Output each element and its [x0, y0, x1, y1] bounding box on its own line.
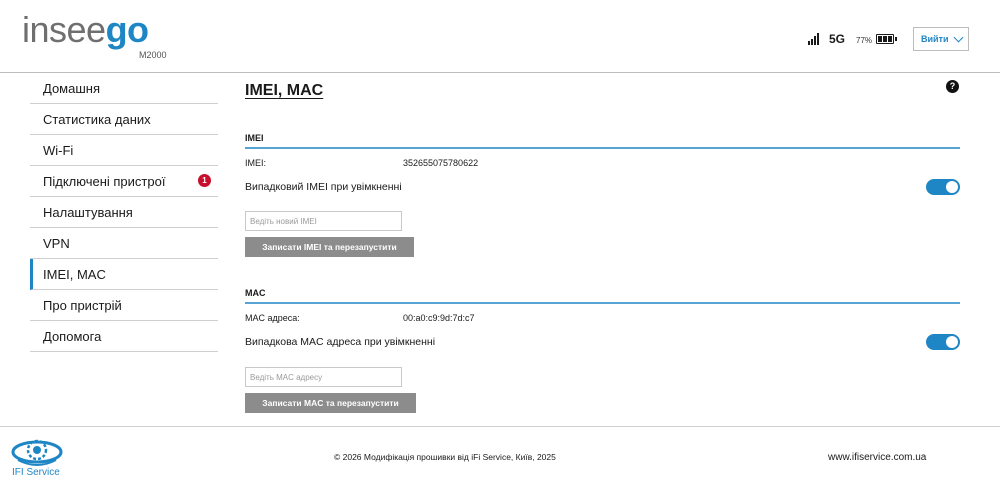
mac-value: 00:a0:c9:9d:7d:c7	[403, 313, 475, 323]
random-imei-label: Випадковий IMEI при увімкненні	[245, 181, 402, 193]
toggle-knob	[946, 181, 958, 193]
random-mac-label: Випадкова MAC адреса при увімкненні	[245, 336, 436, 348]
notification-badge: 1	[198, 174, 211, 187]
mac-label: MAC адреса:	[245, 313, 300, 323]
mac-section-divider	[245, 302, 960, 304]
sidebar-item-connected-devices[interactable]: Підключені пристрої 1	[30, 166, 218, 197]
sidebar-item-about[interactable]: Про пристрій	[30, 290, 218, 321]
header: inseego M2000 5G 77% Вийти	[0, 0, 1000, 73]
sidebar-item-label: Допомога	[43, 329, 102, 344]
footer-divider	[0, 426, 1000, 427]
help-icon[interactable]: ?	[946, 80, 959, 93]
random-mac-toggle[interactable]	[926, 334, 960, 350]
sidebar-item-label: VPN	[43, 236, 70, 251]
logo-part2: go	[105, 9, 149, 50]
chevron-down-icon	[953, 32, 964, 42]
footer-logo-text: IFI Service	[12, 467, 60, 478]
sidebar-item-label: Про пристрій	[43, 298, 122, 313]
logout-label: Вийти	[921, 34, 949, 44]
new-mac-input[interactable]	[245, 367, 402, 387]
sidebar-item-label: Налаштування	[43, 205, 133, 220]
battery-percent: 77%	[856, 36, 873, 45]
sidebar-nav: Домашня Статистика даних Wi-Fi Підключен…	[30, 73, 218, 352]
copyright-text: © 2026 Модифікація прошивки від iFi Serv…	[334, 452, 556, 462]
logo-part1: insee	[22, 9, 106, 50]
sidebar-item-data-stats[interactable]: Статистика даних	[30, 104, 218, 135]
signal-strength-icon	[808, 33, 820, 45]
logout-button[interactable]: Вийти	[913, 27, 969, 51]
sidebar-item-label: Домашня	[43, 81, 100, 96]
imei-value: 352655075780622	[403, 158, 479, 168]
random-imei-toggle[interactable]	[926, 179, 960, 195]
sidebar-item-label: Статистика даних	[43, 112, 151, 127]
imei-section-title: IMEI	[245, 133, 264, 143]
brand-logo: inseego	[22, 10, 149, 50]
imei-section-divider	[245, 147, 960, 149]
sidebar-item-vpn[interactable]: VPN	[30, 228, 218, 259]
page-title: IMEI, MAC	[245, 82, 324, 99]
sidebar-item-imei-mac[interactable]: IMEI, MAC	[30, 259, 218, 290]
website-link[interactable]: www.ifiservice.com.ua	[828, 452, 926, 463]
write-mac-button[interactable]: Записати MAC та перезапустити	[245, 393, 416, 413]
device-model: M2000	[139, 50, 167, 60]
toggle-knob	[946, 336, 958, 348]
battery-icon	[876, 34, 897, 44]
sidebar-item-settings[interactable]: Налаштування	[30, 197, 218, 228]
new-imei-input[interactable]	[245, 211, 402, 231]
sidebar-item-label: Підключені пристрої	[43, 174, 166, 189]
sidebar-item-home[interactable]: Домашня	[30, 73, 218, 104]
sidebar-item-wifi[interactable]: Wi-Fi	[30, 135, 218, 166]
write-imei-button[interactable]: Записати IMEI та перезапустити	[245, 237, 414, 257]
mac-section-title: MAC	[245, 288, 266, 298]
network-type: 5G	[829, 32, 846, 46]
imei-label: IMEI:	[245, 158, 267, 168]
sidebar-item-label: Wi-Fi	[43, 143, 74, 158]
sidebar-item-help[interactable]: Допомога	[30, 321, 218, 352]
sidebar-item-label: IMEI, MAC	[43, 267, 106, 282]
